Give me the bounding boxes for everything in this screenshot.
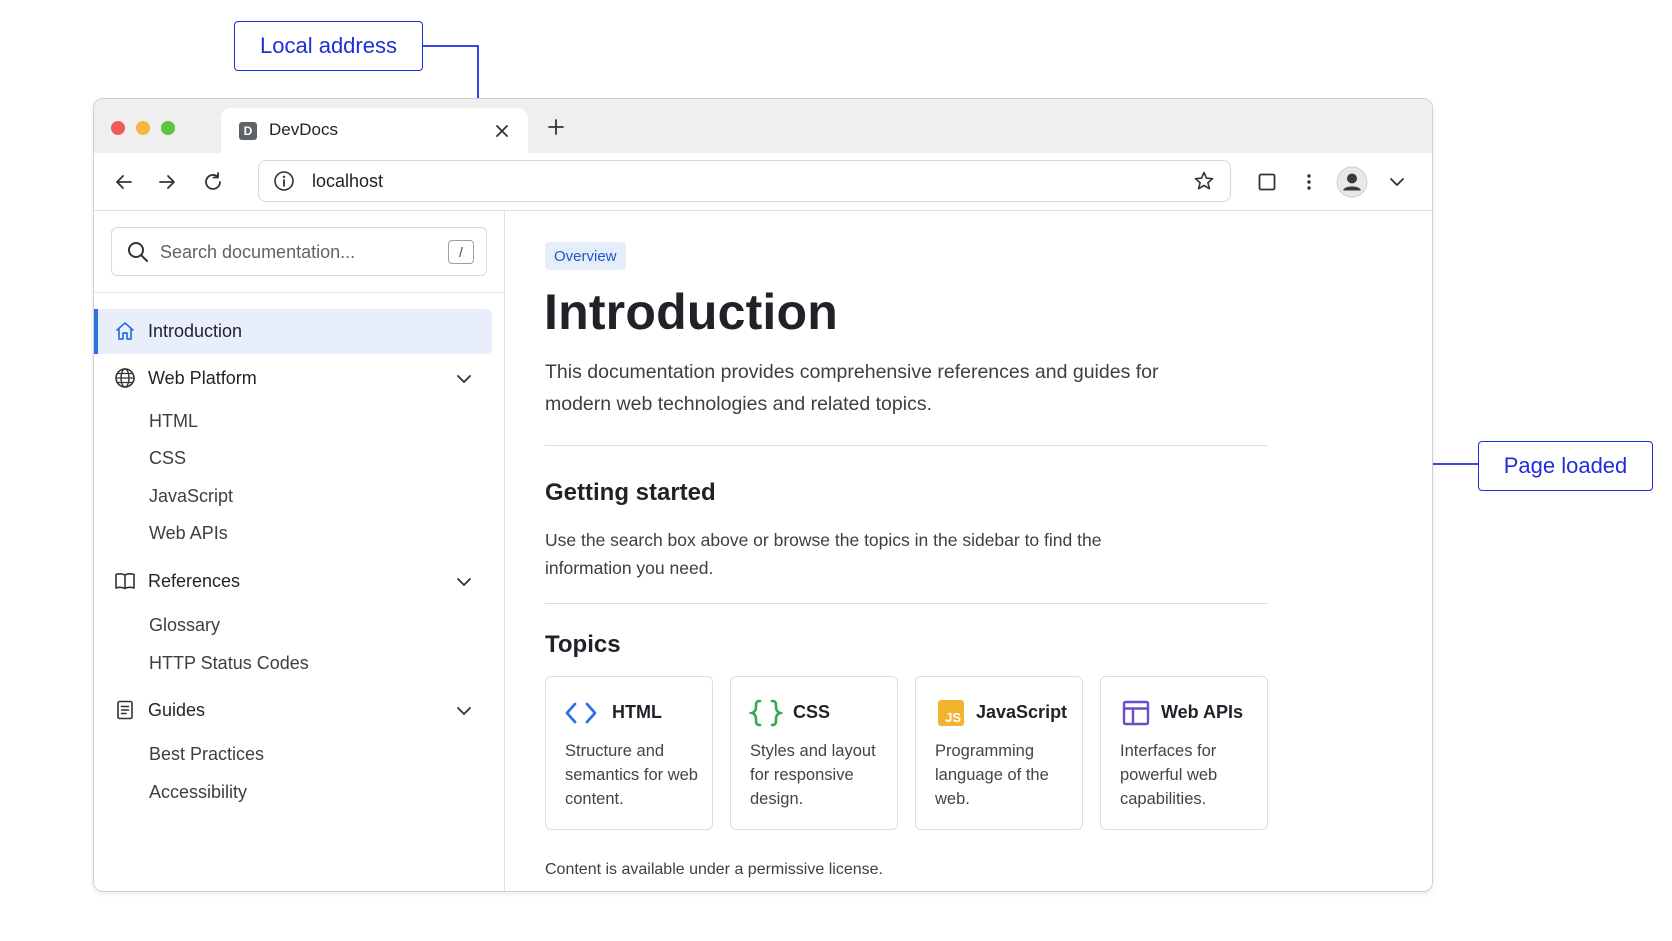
- browser-tab[interactable]: D DevDocs: [221, 108, 528, 155]
- docs-content: Overview Introduction This documentation…: [506, 211, 1432, 891]
- book-icon: [115, 573, 135, 590]
- search-shortcut-badge: /: [448, 240, 474, 264]
- sidebar-group-web-platform[interactable]: Web Platform: [94, 361, 492, 397]
- intro-paragraph: This documentation provides comprehensiv…: [545, 361, 1159, 415]
- search-box[interactable]: /: [111, 227, 487, 276]
- window-minimize-button[interactable]: [136, 121, 150, 135]
- sidebar-item-web-apis[interactable]: Web APIs: [149, 523, 228, 544]
- sidebar-group-references[interactable]: References: [94, 564, 492, 600]
- curly-braces-icon: [749, 699, 783, 727]
- code-brackets-icon: [564, 699, 598, 727]
- more-vertical-icon: [1307, 174, 1311, 190]
- browser-toolbar: localhost: [94, 153, 1432, 211]
- sidebar-item-html[interactable]: HTML: [149, 411, 198, 432]
- topic-card-description: Interfaces for powerful web capabilities…: [1120, 742, 1218, 808]
- chevron-down-icon: [1390, 178, 1404, 186]
- section-divider: [545, 603, 1267, 604]
- js-icon: JS: [934, 699, 968, 727]
- topic-card-javascript[interactable]: JS JavaScript Programming language of th…: [915, 676, 1083, 830]
- topic-card-title: HTML: [612, 702, 662, 722]
- callout-page-loaded: Page loaded: [1478, 441, 1653, 491]
- close-icon: [496, 125, 508, 137]
- tab-close-button[interactable]: [489, 118, 515, 144]
- topic-card-css[interactable]: CSS Styles and layout for responsive des…: [730, 676, 898, 830]
- sidebar-group-label: Web Platform: [148, 368, 257, 388]
- tab-title: DevDocs: [269, 120, 338, 139]
- forward-button[interactable]: [152, 167, 182, 197]
- sidebar-item-best-practices[interactable]: Best Practices: [149, 744, 264, 765]
- arrow-left-icon: [116, 175, 132, 189]
- address-bar[interactable]: localhost: [258, 160, 1231, 202]
- document-icon: [117, 700, 133, 720]
- topic-card-description: Structure and semantics for web content.: [565, 742, 698, 808]
- sidebar-group-guides[interactable]: Guides: [94, 693, 492, 729]
- sidebar-item-css[interactable]: CSS: [149, 448, 186, 469]
- square-icon: [1258, 173, 1276, 191]
- sidebar-item-glossary[interactable]: Glossary: [149, 615, 220, 636]
- sidebar-divider: [94, 292, 504, 293]
- new-tab-button[interactable]: [542, 113, 570, 141]
- plus-icon: [548, 119, 564, 135]
- topic-card-title: CSS: [793, 702, 831, 722]
- menu-button[interactable]: [1294, 167, 1324, 197]
- window-close-button[interactable]: [111, 121, 125, 135]
- avatar-icon: [1336, 166, 1368, 198]
- js-icon-text: JS: [945, 710, 961, 725]
- chevron-down-icon: [457, 375, 471, 383]
- side-panel-button[interactable]: [1252, 167, 1282, 197]
- favicon-icon: D: [239, 122, 257, 140]
- layout-icon: [1119, 699, 1153, 727]
- chevron-down-icon: [457, 578, 471, 586]
- sidebar-item-javascript[interactable]: JavaScript: [149, 486, 233, 507]
- search-icon: [128, 242, 148, 262]
- sidebar-group-label: References: [148, 571, 241, 591]
- topic-card-description: Styles and layout for responsive design.: [750, 742, 876, 808]
- home-icon: [116, 322, 134, 340]
- topic-card-title: Web APIs: [1161, 702, 1244, 722]
- overview-badge: Overview: [545, 242, 626, 270]
- getting-started-heading: Getting started: [545, 479, 716, 506]
- docs-sidebar: / Introduction Web Platform HTML CSS Jav…: [94, 211, 505, 891]
- back-button[interactable]: [109, 167, 139, 197]
- sidebar-item-introduction[interactable]: Introduction: [94, 309, 492, 354]
- window-maximize-button[interactable]: [161, 121, 175, 135]
- url-text: localhost: [312, 171, 384, 191]
- topics-heading: Topics: [545, 631, 621, 658]
- topic-card-web-apis[interactable]: Web APIs Interfaces for powerful web cap…: [1100, 676, 1268, 830]
- topic-card-description: Programming language of the web.: [935, 742, 1049, 808]
- section-divider: [545, 445, 1267, 446]
- search-input[interactable]: [160, 238, 430, 266]
- license-note: Content is available under a permissive …: [545, 861, 883, 878]
- topic-card-html[interactable]: HTML Structure and semantics for web con…: [545, 676, 713, 830]
- sidebar-item-http-status-codes[interactable]: HTTP Status Codes: [149, 653, 309, 674]
- getting-started-text: Use the search box above or browse the t…: [545, 530, 1102, 578]
- bookmark-star-icon[interactable]: [1192, 169, 1216, 193]
- topic-card-title: JavaScript: [976, 702, 1068, 722]
- reload-icon: [205, 172, 221, 190]
- sidebar-item-label: Introduction: [148, 321, 243, 341]
- sidebar-group-label: Guides: [148, 700, 206, 720]
- tab-strip: D DevDocs: [94, 99, 1432, 155]
- sidebar-item-accessibility[interactable]: Accessibility: [149, 782, 247, 803]
- callout-local-address: Local address: [234, 21, 423, 71]
- globe-icon: [115, 368, 135, 388]
- browser-window: D DevDocs localhost Search documentation…: [93, 98, 1433, 892]
- page-title: Introduction: [544, 284, 839, 340]
- arrow-right-icon: [159, 175, 175, 189]
- reload-button[interactable]: [198, 167, 228, 197]
- chevron-down-icon: [457, 707, 471, 715]
- profile-dropdown-button[interactable]: [1382, 167, 1412, 197]
- profile-button[interactable]: [1334, 164, 1370, 200]
- site-info-icon[interactable]: [273, 170, 295, 192]
